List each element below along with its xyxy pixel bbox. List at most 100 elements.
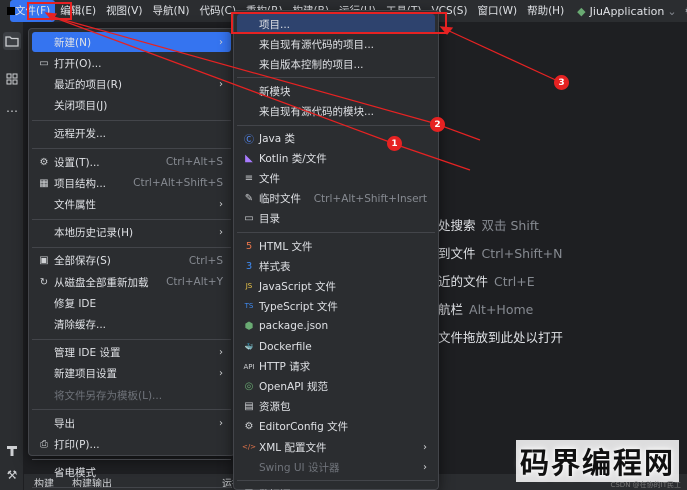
file-menu-item-7[interactable]: ⚙ 设置(T)... Ctrl+Alt+S (32, 152, 231, 172)
project-selector[interactable]: ◆ JiuApplication ⌄ (577, 5, 676, 18)
watermark: 码界编程网 (515, 440, 679, 482)
new-submenu-item-14[interactable]: 3 样式表 (237, 256, 435, 276)
welcome-hint: 处搜索 双击 Shift (438, 215, 539, 234)
annotation-badge-2: 2 (430, 117, 445, 132)
welcome-hint: 航栏 Alt+Home (438, 299, 533, 318)
openapi-icon: ◎ (244, 381, 254, 393)
terminal-tool-icon[interactable] (3, 442, 21, 460)
new-submenu-item-22[interactable]: ⚙ EditorConfig 文件 (237, 417, 435, 437)
annotation-box-file-menu (27, 2, 72, 20)
new-submenu-item-label: 文件 (259, 173, 280, 186)
new-submenu-popup: 项目... 来自现有源代码的项目... 来自版本控制的项目... 新模块 来自现有源代码… (233, 10, 439, 490)
menu-11[interactable]: 帮助(H) (522, 0, 569, 22)
menu-separator (32, 148, 231, 149)
file-menu-item-label: 打印(P)... (54, 438, 100, 451)
menu-10[interactable]: 窗口(W) (473, 0, 523, 22)
new-submenu-item-label: 样式表 (259, 260, 291, 273)
file-menu-item-2[interactable]: 最近的项目(R) › (32, 74, 231, 94)
new-submenu-item-8[interactable]: ◣ Kotlin 类/文件 (237, 149, 435, 169)
file-menu-item-13[interactable]: ▣ 全部保存(S) Ctrl+S (32, 251, 231, 271)
hint-shortcut: 双击 Shift (481, 218, 539, 233)
new-submenu-item-18[interactable]: 🐳 Dockerfile (237, 337, 435, 357)
new-submenu-item-21[interactable]: ▤ 资源包 (237, 397, 435, 417)
new-submenu-item-label: Kotlin 类/文件 (259, 153, 327, 166)
file-menu-item-19[interactable]: 新建项目设置 › (32, 364, 231, 384)
new-submenu-item-label: 来自现有源代码的模块... (259, 105, 375, 118)
folder-icon: ▭ (39, 57, 49, 69)
new-submenu-item-label: 来自版本控制的项目... (259, 58, 364, 71)
file-menu-item-3[interactable]: 关闭项目(J) (32, 96, 231, 116)
new-submenu-item-7[interactable]: Ⓒ Java 类 (237, 129, 435, 149)
file-menu-item-16[interactable]: 清除缓存... (32, 314, 231, 334)
new-submenu-item-label: 目录 (259, 213, 280, 226)
new-submenu-item-4[interactable]: 新模块 (237, 81, 435, 101)
new-submenu-item-1[interactable]: 来自现有源代码的项目... (237, 34, 435, 54)
new-submenu-item-13[interactable]: 5 HTML 文件 (237, 236, 435, 256)
new-submenu-item-10[interactable]: ✎ 临时文件 Ctrl+Alt+Shift+Insert (237, 189, 435, 209)
new-submenu-item-26[interactable]: ☰数据源› (237, 484, 435, 490)
file-menu-item-23[interactable]: ⎙ 打印(P)... (32, 434, 231, 454)
file-menu-item-label: 管理 IDE 设置 (54, 347, 121, 360)
print-icon: ⎙ (40, 438, 48, 450)
scratch-file-icon: ✎ (244, 193, 254, 205)
android-icon: ◆ (577, 4, 586, 18)
new-submenu-item-23[interactable]: </> XML 配置文件 › (237, 437, 435, 457)
more-tools-icon[interactable]: ⋯ (3, 102, 21, 120)
file-menu-item-1[interactable]: ▭ 打开(O)... (32, 53, 231, 73)
nodejs-icon: ⬢ (244, 320, 254, 332)
structure-tool-icon[interactable] (3, 70, 21, 88)
new-submenu-item-16[interactable]: TS TypeScript 文件 (237, 296, 435, 316)
menu-2[interactable]: 视图(V) (101, 0, 147, 22)
shortcut-hint: Ctrl+Alt+Shift+S (133, 177, 223, 190)
annotation-badge-3: 3 (554, 75, 569, 90)
file-menu-item-0[interactable]: 新建(N) › (32, 32, 231, 52)
new-submenu-item-11[interactable]: ▭ 目录 (237, 209, 435, 229)
file-icon: ≡ (244, 173, 254, 185)
chevron-right-icon: › (219, 198, 223, 210)
file-menu-item-25[interactable]: 省电模式 (32, 463, 231, 483)
html-icon: 5 (245, 240, 253, 252)
file-menu-item-label: 最近的项目(R) (54, 78, 122, 91)
project-tool-icon[interactable] (3, 32, 21, 50)
chevron-right-icon: › (219, 78, 223, 90)
menu-separator (32, 486, 231, 488)
file-menu-item-9[interactable]: 文件属性 › (32, 194, 231, 214)
file-menu-item-14[interactable]: ↻ 从磁盘全部重新加载 Ctrl+Alt+Y (32, 272, 231, 292)
watermark-caption: CSDN @在协的IT民工 (610, 481, 681, 489)
file-menu-item-8[interactable]: ▦ 项目结构... Ctrl+Alt+Shift+S (32, 173, 231, 193)
file-menu-item-label: 关闭项目(J) (54, 100, 108, 113)
menu-separator (32, 409, 231, 411)
new-submenu-item-20[interactable]: ◎ OpenAPI 规范 (237, 377, 435, 397)
file-menu-item-label: 全部保存(S) (54, 255, 111, 268)
chevron-right-icon: › (423, 441, 427, 453)
menu-3[interactable]: 导航(N) (147, 0, 194, 22)
new-submenu-item-2[interactable]: 来自版本控制的项目... (237, 54, 435, 74)
new-submenu-item-label: 来自现有源代码的项目... (259, 38, 375, 51)
file-menu-item-11[interactable]: 本地历史记录(H) › (32, 223, 231, 243)
new-submenu-item-label: Swing UI 设计器 (259, 461, 340, 474)
css-icon: 3 (245, 260, 253, 272)
file-menu-item-label: 清除缓存... (54, 318, 107, 331)
new-submenu-item-5[interactable]: 来自现有源代码的模块... (237, 101, 435, 121)
menu-separator (32, 458, 231, 460)
file-menu-item-15[interactable]: 修复 IDE (32, 293, 231, 313)
new-submenu-item-label: HTML 文件 (259, 240, 313, 253)
file-menu-item-22[interactable]: 导出 › (32, 413, 231, 433)
file-menu-item-label: 导出 (54, 417, 75, 430)
menu-separator (237, 77, 435, 79)
new-submenu-item-19[interactable]: API HTTP 请求 (237, 357, 435, 377)
chevron-down-icon: ⌄ (667, 4, 677, 18)
file-menu-item-label: 新建(N) (54, 36, 92, 49)
chevron-right-icon: › (219, 36, 223, 48)
chevron-right-icon: › (219, 227, 223, 239)
editorconfig-icon: ⚙ (244, 421, 254, 433)
file-menu-item-5[interactable]: 远程开发... (32, 124, 231, 144)
new-submenu-item-15[interactable]: JS JavaScript 文件 (237, 276, 435, 296)
new-submenu-item-label: XML 配置文件 (259, 441, 327, 454)
new-submenu-item-17[interactable]: ⬢ package.json (237, 316, 435, 336)
new-submenu-item-label: 新模块 (259, 85, 291, 98)
new-submenu-item-9[interactable]: ≡ 文件 (237, 169, 435, 189)
build-tool-icon[interactable]: ⚒ (3, 466, 21, 484)
file-menu-item-18[interactable]: 管理 IDE 设置 › (32, 343, 231, 363)
new-submenu-item-label: package.json (259, 320, 329, 333)
